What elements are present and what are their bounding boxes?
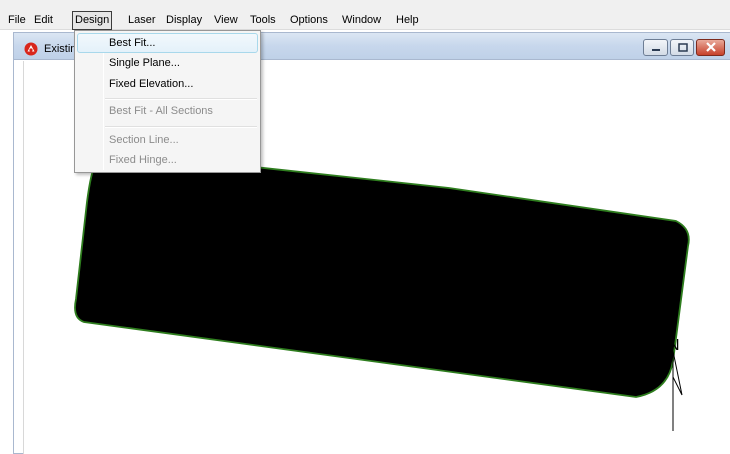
menu-window[interactable]: Window xyxy=(339,11,384,30)
menu-item-fixed-hinge: Fixed Hinge... xyxy=(109,154,177,166)
menu-item-best-fit-all-sections: Best Fit - All Sections xyxy=(109,105,213,117)
app-icon xyxy=(24,42,38,56)
menu-help[interactable]: Help xyxy=(393,11,422,30)
menu-item-best-fit[interactable]: Best Fit... xyxy=(77,33,258,53)
menu-options[interactable]: Options xyxy=(287,11,331,30)
menu-item-section-line: Section Line... xyxy=(109,134,179,146)
svg-text:N: N xyxy=(668,337,680,354)
menu-display[interactable]: Display xyxy=(163,11,205,30)
minimize-icon xyxy=(652,49,660,51)
menu-laser[interactable]: Laser xyxy=(125,11,159,30)
child-window-title: Existin xyxy=(44,43,77,55)
menu-view[interactable]: View xyxy=(211,11,241,30)
menu-design[interactable]: Design xyxy=(72,11,113,30)
restore-icon xyxy=(678,43,688,52)
close-button[interactable] xyxy=(696,39,725,56)
menu-separator xyxy=(105,126,257,128)
mdi-client-area xyxy=(0,30,13,454)
maximize-button[interactable] xyxy=(670,39,694,56)
menu-edit[interactable]: Edit xyxy=(31,11,56,30)
design-menu: Best Fit... Single Plane... Fixed Elevat… xyxy=(74,30,261,173)
minimize-button[interactable] xyxy=(643,39,668,56)
menu-bar: File Edit Design Laser Display View Tool… xyxy=(0,0,730,30)
menu-file[interactable]: File xyxy=(5,11,29,30)
close-icon xyxy=(706,42,716,52)
north-arrow: N xyxy=(668,337,683,431)
menu-separator xyxy=(105,98,257,100)
menu-item-fixed-elevation[interactable]: Fixed Elevation... xyxy=(77,74,258,94)
menu-tools[interactable]: Tools xyxy=(247,11,279,30)
field-boundary[interactable] xyxy=(74,151,690,398)
menu-item-single-plane[interactable]: Single Plane... xyxy=(77,53,258,73)
